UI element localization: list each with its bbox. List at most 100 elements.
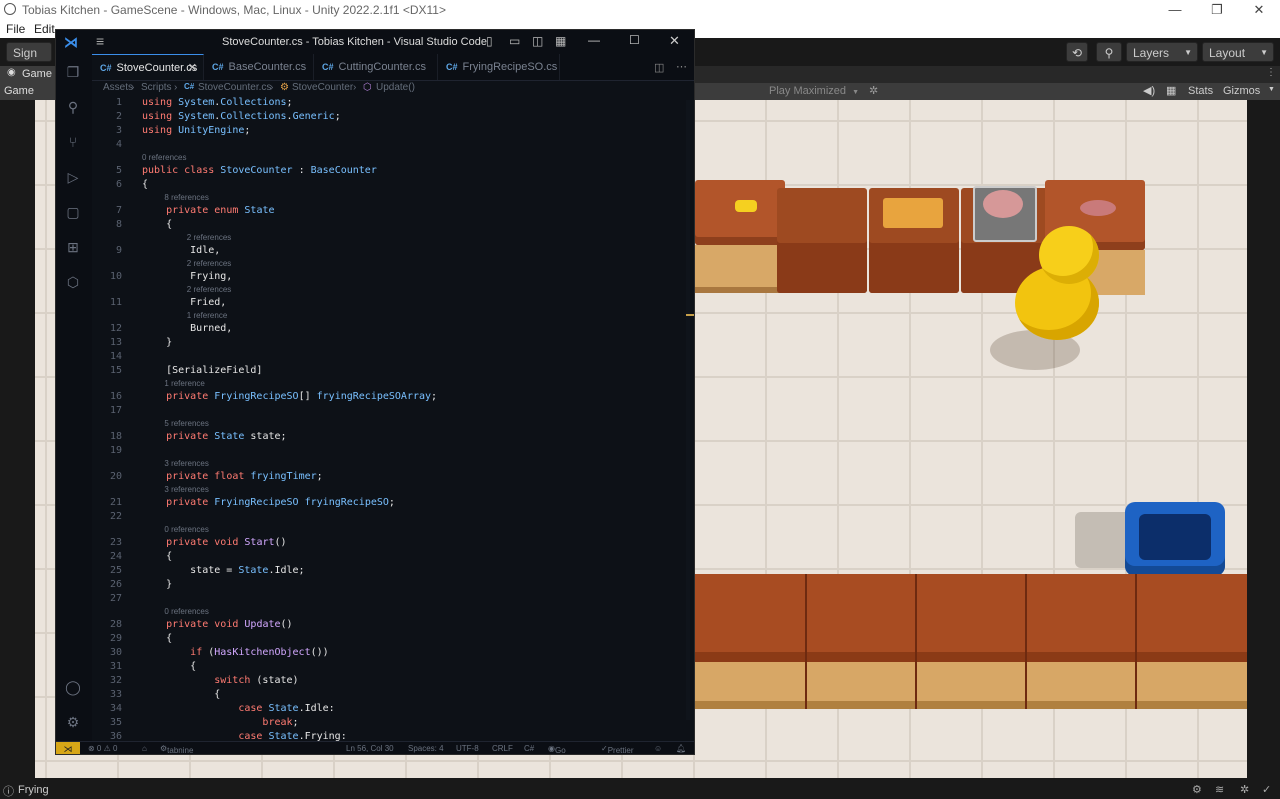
- bell-icon[interactable]: ⌂: [142, 744, 147, 753]
- settings-gear-icon[interactable]: ⚙: [65, 714, 81, 730]
- maximize-icon[interactable]: ☐: [629, 33, 640, 47]
- remote-indicator-icon[interactable]: ⋊: [56, 742, 80, 754]
- code-line[interactable]: Idle,: [142, 245, 220, 256]
- breadcrumb-file[interactable]: StoveCounter.cs: [198, 82, 271, 93]
- tab-cuttingcounter[interactable]: C# CuttingCounter.cs: [314, 54, 438, 80]
- code-line[interactable]: {: [142, 551, 172, 562]
- code-line[interactable]: [SerializeField]: [142, 365, 262, 376]
- toggle-sidebar-icon[interactable]: ▯: [486, 34, 493, 48]
- code-line[interactable]: Frying,: [142, 271, 232, 282]
- tab-basecounter[interactable]: C# BaseCounter.cs: [204, 54, 314, 80]
- code-line[interactable]: private void Update(): [142, 619, 292, 630]
- encoding[interactable]: UTF-8: [456, 744, 479, 753]
- tab-fryingrecipeso[interactable]: C# FryingRecipeSO.cs: [438, 54, 560, 80]
- search-icon[interactable]: ⚲: [65, 99, 81, 115]
- breadcrumb-class[interactable]: StoveCounter: [292, 82, 353, 93]
- code-line[interactable]: if (HasKitchenObject()): [142, 647, 328, 658]
- tab-game[interactable]: ◉ Game: [0, 66, 56, 83]
- code-line[interactable]: private FryingRecipeSO[] fryingRecipeSOA…: [142, 391, 437, 402]
- tabnine-status[interactable]: ⚙ tabnine starter: [160, 744, 193, 754]
- code-line[interactable]: private float fryingTimer;: [142, 471, 323, 482]
- prettier-button[interactable]: ✓ Prettier: [601, 744, 634, 754]
- code-line[interactable]: private void Start(): [142, 537, 286, 548]
- toggle-secondary-sidebar-icon[interactable]: ◫: [532, 34, 543, 48]
- check-icon[interactable]: ✓: [1262, 783, 1271, 796]
- status-message[interactable]: Frying: [18, 784, 49, 796]
- gizmos-toggle[interactable]: Gizmos: [1223, 85, 1260, 97]
- codelens-references[interactable]: 2 references: [187, 285, 231, 294]
- eol[interactable]: CRLF: [492, 744, 513, 753]
- codelens-references[interactable]: 0 references: [142, 153, 186, 162]
- codelens-references[interactable]: 2 references: [187, 233, 231, 242]
- code-editor[interactable]: 1 using System.Collections; 2 using System.…: [92, 96, 694, 742]
- codelens-references[interactable]: 1 reference: [187, 311, 227, 320]
- feedback-icon[interactable]: ☺: [654, 744, 662, 753]
- close-icon[interactable]: ✕: [1239, 0, 1279, 20]
- notifications-icon[interactable]: 🔔︎: [676, 744, 686, 753]
- debug-icon[interactable]: ✲: [1240, 783, 1249, 796]
- code-line[interactable]: {: [142, 661, 196, 672]
- sign-in-button[interactable]: Sign in: [6, 42, 52, 80]
- close-icon[interactable]: ✕: [669, 33, 680, 49]
- language-mode[interactable]: C#: [524, 744, 534, 753]
- codelens-references[interactable]: 0 references: [164, 525, 208, 534]
- extensions-icon[interactable]: ⊞: [65, 239, 81, 255]
- editor-scrollbar[interactable]: [686, 100, 690, 720]
- close-tab-icon[interactable]: ✕: [188, 55, 197, 81]
- more-actions-icon[interactable]: ⋯: [676, 60, 687, 73]
- grid-icon[interactable]: ▦: [1166, 84, 1176, 97]
- source-control-icon[interactable]: ⑂: [65, 134, 81, 150]
- code-line[interactable]: {: [142, 633, 172, 644]
- codelens-references[interactable]: 1 reference: [164, 379, 204, 388]
- problems-indicator[interactable]: ⊗ 0 ⚠ 0: [88, 744, 117, 753]
- code-line[interactable]: {: [142, 689, 220, 700]
- network-icon[interactable]: ⚙: [1192, 783, 1202, 796]
- menu-edit[interactable]: Edit: [34, 22, 55, 36]
- audio-icon[interactable]: ◀): [1143, 84, 1155, 97]
- code-line[interactable]: case State.Idle:: [142, 703, 334, 714]
- play-maximized-dropdown[interactable]: Play Maximized ▼: [766, 83, 862, 100]
- split-editor-icon[interactable]: ◫: [654, 61, 664, 74]
- search-icon[interactable]: ⚲: [1096, 42, 1122, 62]
- codelens-references[interactable]: 0 references: [164, 607, 208, 616]
- toggle-panel-icon[interactable]: ▭: [509, 34, 520, 48]
- breadcrumb-method[interactable]: Update(): [376, 82, 415, 93]
- golive-button[interactable]: ◉ Go Live: [548, 744, 566, 754]
- customize-layout-icon[interactable]: ▦: [555, 34, 566, 48]
- indentation[interactable]: Spaces: 4: [408, 744, 444, 753]
- minimize-icon[interactable]: —: [1155, 0, 1195, 20]
- layers-status-icon[interactable]: ≋: [1215, 783, 1224, 796]
- breadcrumb-scripts[interactable]: Scripts: [141, 82, 172, 93]
- code-line[interactable]: private State state;: [142, 431, 286, 442]
- codelens-references[interactable]: 3 references: [164, 485, 208, 494]
- codelens-references[interactable]: 2 references: [187, 259, 231, 268]
- code-line[interactable]: private FryingRecipeSO fryingRecipeSO;: [142, 497, 395, 508]
- stats-toggle[interactable]: Stats: [1188, 85, 1213, 97]
- restore-icon[interactable]: ❐: [1197, 0, 1237, 20]
- cursor-position[interactable]: Ln 56, Col 30: [346, 744, 394, 753]
- minimize-icon[interactable]: —: [588, 33, 600, 47]
- explorer-icon[interactable]: ❐: [65, 64, 81, 80]
- account-icon[interactable]: ◯: [65, 679, 81, 695]
- menu-file[interactable]: File: [6, 22, 25, 36]
- code-line[interactable]: {: [142, 179, 148, 190]
- code-line[interactable]: using UnityEngine;: [142, 125, 250, 136]
- code-line[interactable]: state = State.Idle;: [142, 565, 304, 576]
- codelens-references[interactable]: 3 references: [164, 459, 208, 468]
- chevron-down-icon[interactable]: ▼: [1268, 86, 1275, 93]
- history-icon[interactable]: ⟲: [1066, 42, 1088, 62]
- code-line[interactable]: {: [142, 219, 172, 230]
- code-line[interactable]: }: [142, 337, 172, 348]
- bug-icon[interactable]: ✲: [869, 84, 878, 97]
- tab-stovecounter[interactable]: C# StoveCounter.cs ✕: [92, 54, 204, 80]
- hamburger-menu-icon[interactable]: ≡: [96, 33, 104, 49]
- codelens-references[interactable]: 8 references: [164, 193, 208, 202]
- code-line[interactable]: using System.Collections;: [142, 97, 293, 108]
- breadcrumb-assets[interactable]: Assets: [103, 82, 133, 93]
- code-line[interactable]: }: [142, 579, 172, 590]
- layers-dropdown[interactable]: Layers ▼: [1126, 42, 1198, 62]
- code-line[interactable]: Fried,: [142, 297, 226, 308]
- code-line[interactable]: using System.Collections.Generic;: [142, 111, 341, 122]
- code-line[interactable]: break;: [142, 717, 298, 728]
- code-line[interactable]: public class StoveCounter : BaseCounter: [142, 165, 377, 176]
